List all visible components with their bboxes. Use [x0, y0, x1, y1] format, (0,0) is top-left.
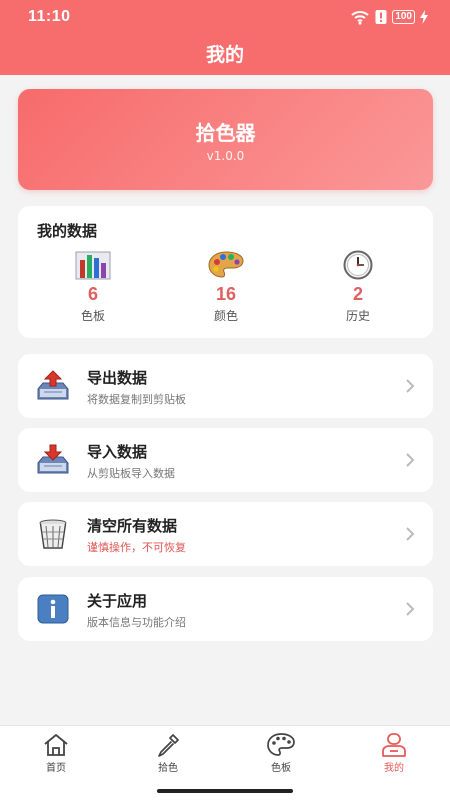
stat-label: 历史	[345, 309, 370, 323]
stat-colors[interactable]: 16 颜色	[166, 250, 286, 324]
wifi-icon	[351, 11, 369, 25]
menu-subtitle: 将数据复制到剪贴板	[87, 393, 186, 406]
import-data-item[interactable]: 导入数据 从剪贴板导入数据	[18, 428, 433, 492]
stat-value: 16	[215, 284, 237, 304]
chevron-right-icon	[406, 453, 415, 467]
chevron-right-icon	[406, 379, 415, 393]
tab-palettes[interactable]: 色板	[241, 732, 321, 774]
chevron-right-icon	[406, 527, 415, 541]
battery-indicator: 100	[392, 10, 415, 24]
tab-label: 色板	[271, 763, 291, 774]
menu-title: 导出数据	[87, 369, 148, 387]
app-version: v1.0.0	[206, 149, 245, 163]
eyedropper-icon	[128, 732, 208, 758]
tab-label: 我的	[384, 763, 404, 774]
clear-all-data-item[interactable]: 清空所有数据 谨慎操作，不可恢复	[18, 502, 433, 566]
alert-icon	[375, 10, 387, 24]
stat-label: 颜色	[213, 309, 238, 323]
export-tray-icon	[37, 370, 69, 400]
stat-history[interactable]: 2 历史	[298, 250, 418, 324]
stat-value: 6	[87, 284, 98, 304]
menu-subtitle: 从剪贴板导入数据	[87, 467, 175, 480]
menu-title: 关于应用	[87, 592, 148, 610]
palette-icon	[241, 732, 321, 758]
menu-title: 导入数据	[87, 443, 148, 461]
stat-label: 色板	[80, 309, 105, 323]
tab-label: 首页	[46, 763, 66, 774]
home-icon	[16, 732, 96, 758]
status-time: 11:10	[28, 8, 71, 25]
palette-icon	[166, 250, 286, 280]
user-icon	[354, 732, 434, 758]
clock-icon	[298, 250, 418, 280]
my-data-card: 我的数据 6 色板 16 颜色 2 历史	[18, 206, 433, 338]
charging-icon	[420, 10, 428, 24]
tab-mine[interactable]: 我的	[354, 732, 434, 774]
tab-label: 拾色	[158, 763, 178, 774]
tab-color-picker[interactable]: 拾色	[128, 732, 208, 774]
about-app-item[interactable]: 关于应用 版本信息与功能介绍	[18, 577, 433, 641]
home-indicator[interactable]	[157, 789, 293, 793]
trash-icon	[39, 519, 67, 549]
my-data-title: 我的数据	[37, 222, 98, 240]
page-title: 我的	[205, 44, 244, 66]
app-header: 11:10 100 我的	[0, 0, 450, 75]
stat-value: 2	[352, 284, 363, 304]
tab-home[interactable]: 首页	[16, 732, 96, 774]
stat-palettes[interactable]: 6 色板	[33, 250, 153, 324]
app-name: 拾色器	[195, 121, 256, 145]
status-icons: 100	[350, 8, 428, 26]
bar-chart-icon	[33, 250, 153, 280]
menu-title: 清空所有数据	[87, 517, 178, 535]
export-data-item[interactable]: 导出数据 将数据复制到剪贴板	[18, 354, 433, 418]
menu-subtitle-warning: 谨慎操作，不可恢复	[87, 541, 186, 554]
app-info-banner: 拾色器 v1.0.0	[18, 89, 433, 190]
menu-subtitle: 版本信息与功能介绍	[87, 616, 186, 629]
status-bar: 11:10 100	[0, 0, 450, 34]
import-tray-icon	[37, 444, 69, 474]
info-icon	[37, 594, 69, 624]
chevron-right-icon	[406, 602, 415, 616]
